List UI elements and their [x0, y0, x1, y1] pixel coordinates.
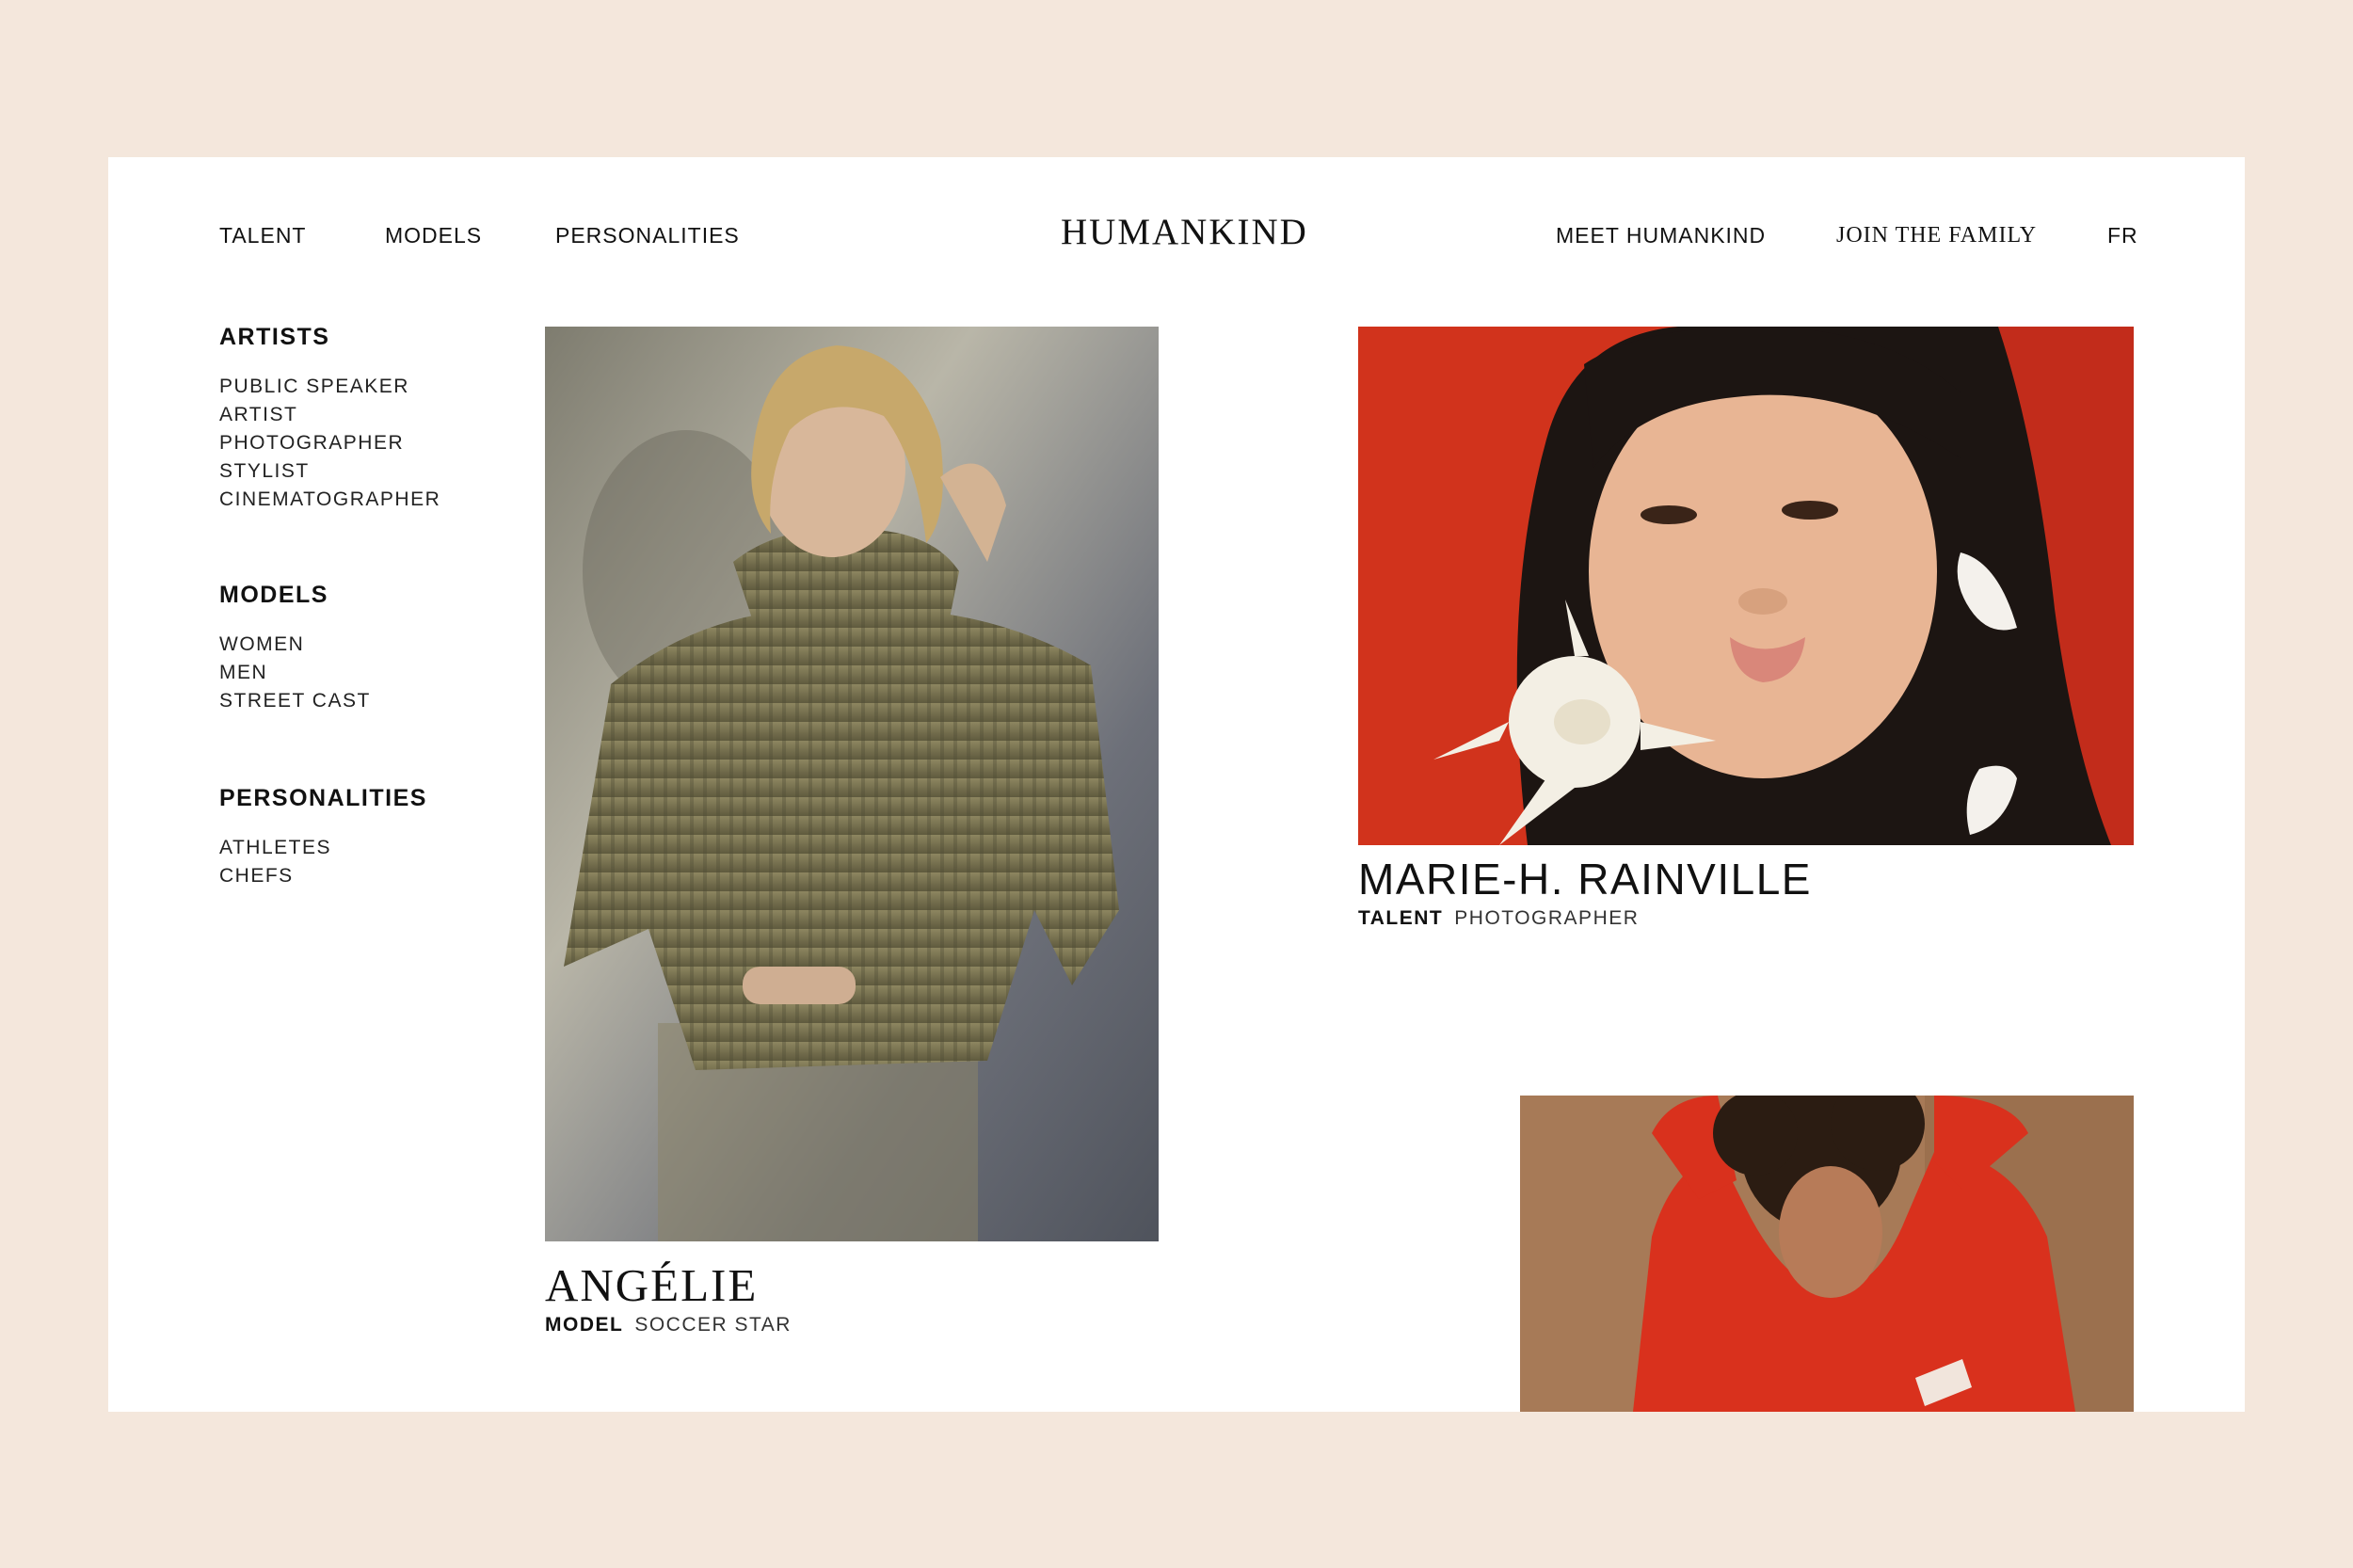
portrait-olive-sweater-icon [545, 327, 1159, 1241]
card-meta-marie-h-rainville: TALENT PHOTOGRAPHER [1358, 906, 1639, 931]
sidebar-item-street-cast[interactable]: STREET CAST [219, 687, 371, 715]
angelie-photo[interactable] [545, 327, 1159, 1241]
portrait-red-background-flower-icon [1358, 327, 2134, 845]
card-tag-talent[interactable]: TALENT [1358, 907, 1443, 929]
sidebar-list-models: WOMEN MEN STREET CAST [219, 631, 371, 715]
nav-join-the-family-link[interactable]: JOIN THE FAMILY [1836, 221, 2037, 249]
sidebar-item-photographer[interactable]: PHOTOGRAPHER [219, 429, 440, 457]
card-meta-angelie: MODEL SOCCER STAR [545, 1313, 792, 1337]
sidebar-list-personalities: ATHLETES CHEFS [219, 834, 331, 890]
site-frame: TALENT MODELS PERSONALITIES HUMANKIND ME… [108, 157, 2245, 1412]
sidebar-item-public-speaker[interactable]: PUBLIC SPEAKER [219, 373, 440, 401]
sidebar-heading-personalities[interactable]: PERSONALITIES [219, 784, 427, 812]
nav-models-link[interactable]: MODELS [385, 221, 482, 249]
marie-h-rainville-photo[interactable] [1358, 327, 2134, 845]
red-sweater-photo[interactable] [1520, 1096, 2134, 1412]
card-role-soccer-star: SOCCER STAR [634, 1314, 792, 1336]
card-role-photographer: PHOTOGRAPHER [1454, 907, 1640, 929]
sidebar-item-athletes[interactable]: ATHLETES [219, 834, 331, 862]
humankind-logo[interactable]: HUMANKIND [1061, 209, 1308, 256]
portrait-red-sweater-icon [1520, 1096, 2134, 1412]
sidebar-heading-artists[interactable]: ARTISTS [219, 323, 329, 351]
sidebar-list-artists: PUBLIC SPEAKER ARTIST PHOTOGRAPHER STYLI… [219, 373, 440, 514]
language-toggle-fr[interactable]: FR [2107, 221, 2138, 249]
nav-talent-link[interactable]: TALENT [219, 221, 306, 249]
card-tag-model[interactable]: MODEL [545, 1314, 623, 1336]
sidebar-item-men[interactable]: MEN [219, 659, 371, 687]
card-name-marie-h-rainville[interactable]: MARIE-H. RAINVILLE [1358, 857, 1812, 901]
sidebar-item-chefs[interactable]: CHEFS [219, 862, 331, 890]
sidebar-item-cinematographer[interactable]: CINEMATOGRAPHER [219, 486, 440, 514]
sidebar-item-stylist[interactable]: STYLIST [219, 457, 440, 486]
sidebar-item-women[interactable]: WOMEN [219, 631, 371, 659]
sidebar-item-artist[interactable]: ARTIST [219, 401, 440, 429]
sidebar-heading-models[interactable]: MODELS [219, 581, 328, 609]
nav-meet-humankind-link[interactable]: MEET HUMANKIND [1556, 221, 1766, 249]
card-name-angelie[interactable]: ANGÉLIE [545, 1262, 758, 1308]
nav-personalities-link[interactable]: PERSONALITIES [555, 221, 740, 249]
